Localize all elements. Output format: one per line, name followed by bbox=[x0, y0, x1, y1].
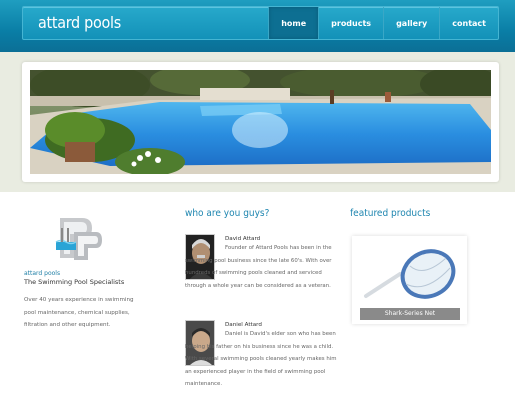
intro-text: Over 40 years experience in swimming poo… bbox=[24, 297, 134, 328]
hero-band bbox=[0, 52, 515, 192]
brand-name: attard pools bbox=[24, 270, 61, 277]
product-caption[interactable]: Shark-Series Net bbox=[360, 308, 460, 320]
pool-hero-image bbox=[30, 70, 491, 174]
person-card: Daniel Attard Daniel is David's elder so… bbox=[185, 320, 340, 400]
main-nav: home products gallery contact bbox=[268, 7, 498, 39]
site-header: attard pools home products gallery conta… bbox=[0, 0, 515, 52]
pool-net-image bbox=[360, 244, 460, 308]
nav-contact[interactable]: contact bbox=[439, 7, 498, 39]
person-card: David Attard Founder of Attard Pools has… bbox=[185, 234, 340, 314]
person-bio: Daniel is David's elder son who has been… bbox=[185, 331, 337, 388]
featured-heading: featured products bbox=[350, 208, 431, 219]
about-heading: who are you guys? bbox=[185, 208, 270, 219]
product-card[interactable]: Shark-Series Net bbox=[352, 236, 467, 324]
tagline: The Swimming Pool Specialists bbox=[24, 278, 125, 286]
nav-gallery[interactable]: gallery bbox=[383, 7, 439, 39]
nav-products[interactable]: products bbox=[318, 7, 383, 39]
hero-frame bbox=[22, 62, 499, 182]
person-bio: Founder of Attard Pools has been in the … bbox=[185, 245, 332, 289]
site-logo[interactable]: attard pools bbox=[38, 13, 121, 32]
header-bar: attard pools home products gallery conta… bbox=[22, 6, 499, 40]
pool-logo-icon bbox=[52, 214, 104, 264]
nav-home[interactable]: home bbox=[268, 7, 319, 39]
